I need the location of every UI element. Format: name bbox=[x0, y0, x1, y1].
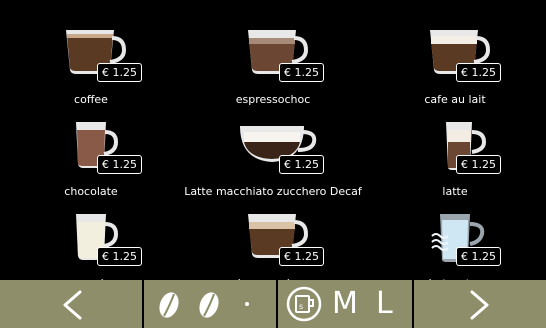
size-selector[interactable]: s M L bbox=[278, 280, 412, 328]
coffee-bean-icon bbox=[199, 292, 219, 318]
strength-selector[interactable] bbox=[144, 280, 276, 328]
bottom-bar: s M L bbox=[0, 280, 546, 328]
size-l-option[interactable]: L bbox=[376, 284, 393, 324]
chevron-left-icon bbox=[63, 290, 82, 320]
drink-tile-cafe-au-lait[interactable]: € 1.25 cafe au lait bbox=[364, 18, 546, 110]
drink-name: espressochoc bbox=[235, 93, 311, 106]
cup-size-icon: s bbox=[286, 286, 322, 322]
next-button[interactable] bbox=[414, 280, 546, 328]
drink-tile-coffee[interactable]: € 1.25 coffee bbox=[0, 18, 182, 110]
price-label: € 1.25 bbox=[456, 247, 501, 266]
chevron-right-icon bbox=[470, 290, 489, 320]
drink-name: latte bbox=[442, 185, 468, 198]
price-label: € 1.25 bbox=[97, 155, 142, 174]
drink-tile-chocolate[interactable]: € 1.25 chocolate bbox=[0, 110, 182, 202]
svg-text:s: s bbox=[299, 302, 303, 311]
drink-tile-latte-macchiato[interactable]: € 1.25 Latte macchiato zucchero Decaf bbox=[182, 110, 364, 202]
drink-name: coffee bbox=[74, 93, 108, 106]
vending-screen: € 1.25 coffee € 1.25 espressochoc € 1.25… bbox=[0, 0, 546, 328]
price-label: € 1.25 bbox=[279, 155, 324, 174]
coffee-bean-icon bbox=[159, 292, 179, 318]
drink-name: cafe au lait bbox=[424, 93, 486, 106]
drink-name: chocolate bbox=[64, 185, 118, 198]
price-label: € 1.25 bbox=[97, 247, 142, 266]
drink-grid: € 1.25 coffee € 1.25 espressochoc € 1.25… bbox=[0, 0, 546, 290]
drink-tile-espressochoc[interactable]: € 1.25 espressochoc bbox=[182, 18, 364, 110]
price-label: € 1.25 bbox=[279, 247, 324, 266]
price-label: € 1.25 bbox=[456, 63, 501, 82]
price-label: € 1.25 bbox=[97, 63, 142, 82]
price-label: € 1.25 bbox=[279, 63, 324, 82]
dot-icon bbox=[245, 302, 249, 306]
drink-name: Latte macchiato zucchero Decaf bbox=[184, 185, 362, 198]
size-m-option[interactable]: M bbox=[332, 284, 358, 324]
price-label: € 1.25 bbox=[456, 155, 501, 174]
drink-tile-latte[interactable]: € 1.25 latte bbox=[364, 110, 546, 202]
previous-button[interactable] bbox=[0, 280, 142, 328]
